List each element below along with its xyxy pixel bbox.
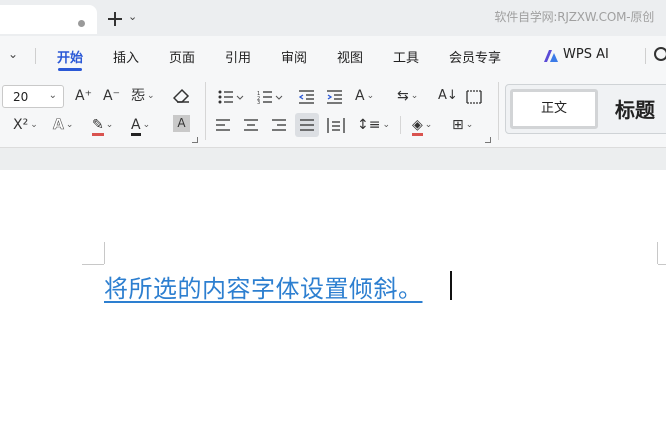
document-page[interactable]: 将所选的内容字体设置倾斜。 <box>0 170 666 445</box>
text-cursor <box>450 271 452 300</box>
clear-format-icon[interactable] <box>173 88 191 104</box>
bullet-list-icon[interactable] <box>218 90 244 104</box>
tab-tools[interactable]: 工具 <box>393 47 419 66</box>
character-shading-button[interactable]: A <box>173 115 190 132</box>
text-direction-button[interactable]: A ⌄ <box>355 85 374 107</box>
text-effect-icon: A <box>53 117 64 134</box>
tab-insert[interactable]: 插入 <box>113 47 139 66</box>
menu-divider <box>645 48 646 64</box>
menu-divider <box>35 48 36 64</box>
margin-mark <box>657 242 658 264</box>
highlight-color-button[interactable]: ✎ ⌄ <box>92 114 113 136</box>
title-bar: ⌄ 软件自学网:RJZXW.COM-原创 <box>0 0 666 36</box>
tab-home[interactable]: 开始 <box>57 47 83 66</box>
paint-bucket-icon: ◈ <box>412 117 423 136</box>
home-toolbar: 20 ⌄ A⁺ A⁻ 㤅 ⌄ X² ⌄ A ⌄ ✎ ⌄ A ⌄ A 123 A ⌄ ⇆ ⌄ A… <box>0 76 666 148</box>
borders-button[interactable]: ⊞ ⌄ <box>452 114 473 136</box>
tab-references[interactable]: 引用 <box>225 47 251 66</box>
tab-view[interactable]: 视图 <box>337 47 363 66</box>
superscript-label: X² <box>13 117 29 133</box>
document-background <box>0 148 666 170</box>
distributed-align-icon[interactable] <box>327 118 345 133</box>
paragraph-shading-button[interactable]: ◈ ⌄ <box>412 114 432 136</box>
unsaved-dot-icon <box>78 20 85 27</box>
margin-mark <box>104 242 105 264</box>
align-right-icon[interactable] <box>272 119 286 132</box>
justify-button[interactable] <box>295 113 319 137</box>
tab-wps-ai[interactable]: WPS AI <box>563 47 609 62</box>
group-divider <box>400 116 401 134</box>
swap-arrows-icon: ⇆ <box>397 88 409 104</box>
collapse-chevron-icon[interactable]: ⌄ <box>8 47 18 61</box>
increase-font-size-button[interactable]: A⁺ <box>75 85 92 107</box>
selected-text[interactable]: 将所选的内容字体设置倾斜。 <box>104 269 423 304</box>
margin-mark <box>658 264 666 265</box>
group-divider <box>205 82 206 140</box>
style-gallery: 正文 标题 <box>505 84 666 134</box>
phonetic-guide-button[interactable]: 㤅 ⌄ <box>131 85 155 107</box>
highlighter-icon: ✎ <box>92 117 104 136</box>
style-title-button[interactable]: 标题 <box>615 94 655 123</box>
chevron-down-icon: ⌄ <box>48 90 57 101</box>
document-tab[interactable] <box>0 5 97 34</box>
font-color-icon: A <box>131 117 141 136</box>
new-tab-button[interactable] <box>105 9 125 29</box>
line-spacing-icon: ↕≡ <box>357 117 381 133</box>
tab-list-chevron-icon[interactable]: ⌄ <box>128 10 137 23</box>
font-size-select[interactable]: 20 ⌄ <box>2 85 64 108</box>
paragraph-dialog-launcher-icon[interactable] <box>485 137 491 143</box>
decrease-indent-icon[interactable] <box>299 90 315 104</box>
group-divider <box>498 82 499 140</box>
margin-mark <box>82 264 104 265</box>
style-normal-button[interactable]: 正文 <box>510 89 598 129</box>
watermark-text: 软件自学网:RJZXW.COM-原创 <box>494 10 654 24</box>
increase-indent-icon[interactable] <box>327 90 343 104</box>
line-spacing-button[interactable]: ↕≡ ⌄ <box>357 114 390 136</box>
tab-review[interactable]: 审阅 <box>281 47 307 66</box>
font-color-button[interactable]: A ⌄ <box>131 114 150 136</box>
tab-member[interactable]: 会员专享 <box>449 47 501 66</box>
decrease-font-size-button[interactable]: A⁻ <box>103 85 120 107</box>
text-direction-icon: A <box>355 88 365 104</box>
numbered-list-icon[interactable]: 123 <box>257 90 283 104</box>
search-icon[interactable] <box>654 47 666 61</box>
svg-text:3: 3 <box>257 100 260 104</box>
show-hide-marks-icon[interactable] <box>466 90 482 104</box>
active-tab-indicator <box>58 68 82 71</box>
font-size-value: 20 <box>13 90 29 104</box>
sort-button[interactable]: A↓ <box>438 85 458 107</box>
font-dialog-launcher-icon[interactable] <box>192 137 198 143</box>
superscript-button[interactable]: X² ⌄ <box>13 114 38 136</box>
line-break-button[interactable]: ⇆ ⌄ <box>397 85 418 107</box>
align-left-icon[interactable] <box>216 119 230 132</box>
wps-ai-logo-icon <box>544 50 558 62</box>
align-center-icon[interactable] <box>244 119 258 132</box>
phonetic-guide-icon: 㤅 <box>131 88 145 104</box>
tab-page[interactable]: 页面 <box>169 47 195 66</box>
ribbon-tab-bar: ⌄ 开始 插入 页面 引用 审阅 视图 工具 会员专享 WPS AI <box>0 36 666 76</box>
text-effect-button[interactable]: A ⌄ <box>53 114 74 136</box>
align-justify-icon <box>300 119 314 131</box>
border-icon: ⊞ <box>452 117 464 133</box>
